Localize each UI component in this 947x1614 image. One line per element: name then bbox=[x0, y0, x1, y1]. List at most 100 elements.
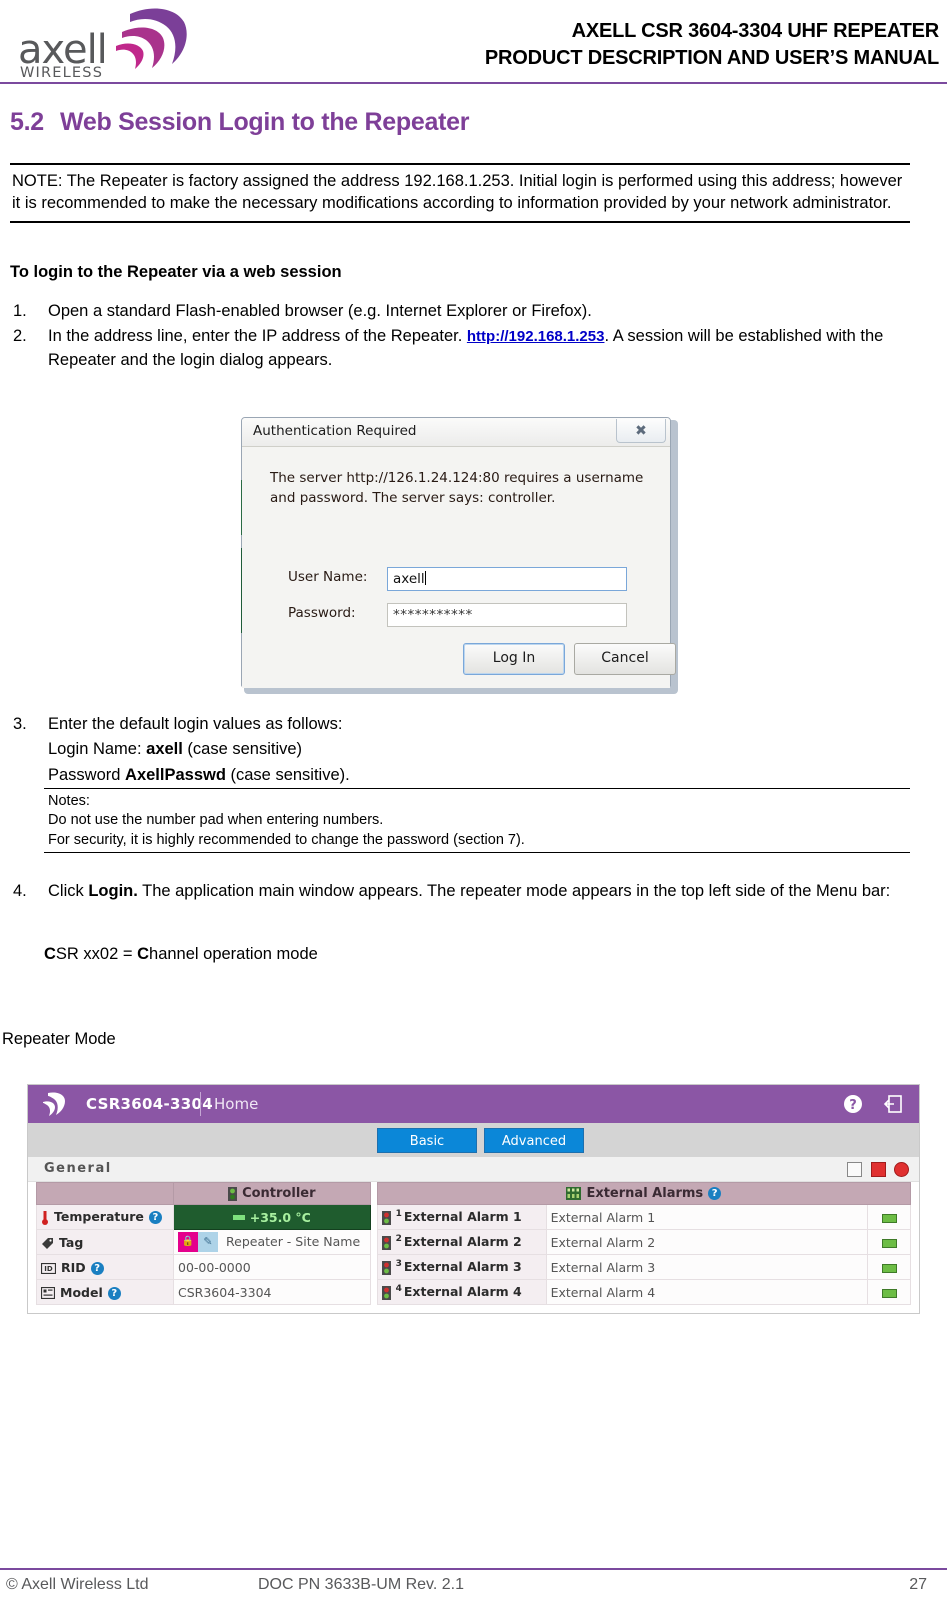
note-text: NOTE: The Repeater is factory assigned t… bbox=[12, 172, 903, 213]
login-name-label: Login Name: bbox=[48, 740, 147, 759]
model-value-cell: CSR3604-3304 bbox=[173, 1279, 371, 1305]
step4-bold: Login. bbox=[88, 882, 138, 900]
procedure-step3: 3. Enter the default login values as fol… bbox=[10, 713, 915, 789]
general-section-bar: General bbox=[28, 1157, 919, 1182]
rid-value-cell: 00-00-0000 bbox=[173, 1254, 371, 1280]
password-value-text: AxellPasswd bbox=[125, 765, 226, 784]
led-icon bbox=[381, 1235, 391, 1250]
application-screenshot: CSR3604-3304 Home ? Basic Advanced Gener… bbox=[27, 1084, 920, 1314]
row-label-temperature: Temperature? bbox=[36, 1204, 174, 1230]
header-divider bbox=[0, 82, 947, 84]
temperature-value-cell: +35.0 °C bbox=[173, 1204, 371, 1230]
status-led-icon bbox=[881, 1263, 897, 1273]
page-title: 5.2 Web Session Login to the Repeater bbox=[10, 108, 469, 137]
alarm-label-2: 2 External Alarm 2 bbox=[376, 1229, 547, 1255]
alarm-index: 1 bbox=[395, 1209, 402, 1220]
header-title-line2: PRODUCT DESCRIPTION AND USER’S MANUAL bbox=[484, 47, 939, 69]
external-alarms-header-label: External Alarms bbox=[586, 1186, 704, 1201]
logout-icon[interactable] bbox=[883, 1094, 903, 1114]
temperature-bar-icon bbox=[232, 1214, 245, 1220]
cancel-button[interactable]: Cancel bbox=[574, 643, 676, 675]
tag-icon bbox=[42, 1237, 53, 1249]
help-icon[interactable]: ? bbox=[148, 1211, 162, 1224]
controller-table: Controller Temperature? +35.0 °C Tag 🔒 ✎… bbox=[36, 1182, 371, 1305]
status-led-icon bbox=[881, 1288, 897, 1298]
login-name-value: axell bbox=[146, 740, 183, 759]
footer-page-number: 27 bbox=[909, 1576, 927, 1593]
id-icon: ID bbox=[41, 1262, 56, 1274]
alarm-value-1: External Alarm 1 bbox=[545, 1204, 869, 1230]
door-icon[interactable] bbox=[847, 1162, 863, 1178]
alarm-label-3: 3 External Alarm 3 bbox=[376, 1254, 547, 1280]
led-icon bbox=[381, 1260, 391, 1275]
status-led-icon bbox=[881, 1238, 897, 1248]
help-icon[interactable]: ? bbox=[107, 1286, 121, 1300]
dialog-title: Authentication Required bbox=[253, 423, 417, 439]
controller-header-label: Controller bbox=[242, 1186, 316, 1201]
table-row: Model? CSR3604-3304 bbox=[36, 1279, 371, 1305]
close-circle-icon[interactable] bbox=[894, 1162, 909, 1178]
tab-advanced[interactable]: Advanced bbox=[484, 1128, 584, 1153]
username-input[interactable]: axell bbox=[387, 567, 627, 591]
app-page-label: Home bbox=[214, 1095, 259, 1113]
list-item: 4. Click Login. The application main win… bbox=[10, 880, 915, 903]
tab-basic[interactable]: Basic bbox=[377, 1128, 477, 1153]
procedure-steps: 1. Open a standard Flash-enabled browser… bbox=[10, 300, 915, 374]
alarm-label-text: External Alarm 1 bbox=[403, 1209, 522, 1225]
close-icon[interactable]: ✖ bbox=[616, 419, 666, 443]
external-alarms-header: External Alarms? bbox=[376, 1182, 912, 1205]
procedure-step4: 4. Click Login. The application main win… bbox=[10, 880, 915, 905]
status-led-icon bbox=[881, 1213, 897, 1223]
step-marker: 4. bbox=[13, 882, 27, 900]
footer-divider bbox=[0, 1568, 947, 1570]
alarm-status-3 bbox=[867, 1254, 911, 1280]
step-marker: 1. bbox=[13, 302, 27, 320]
log-in-button[interactable]: Log In bbox=[463, 643, 565, 675]
minus-icon[interactable] bbox=[870, 1162, 886, 1178]
general-section-label: General bbox=[44, 1161, 112, 1176]
mode-text-1: SR xx02 = bbox=[55, 945, 138, 963]
notes-title: Notes: bbox=[48, 793, 90, 809]
repeater-mode-caption: Repeater Mode bbox=[2, 1030, 116, 1048]
help-icon[interactable]: ? bbox=[708, 1187, 722, 1200]
alarm-status-1 bbox=[867, 1204, 911, 1230]
footer-copyright: © Axell Wireless Ltd bbox=[6, 1576, 149, 1593]
help-icon[interactable]: ? bbox=[90, 1261, 104, 1275]
mode-text-2: hannel operation mode bbox=[149, 945, 318, 963]
step-marker: 3. bbox=[13, 715, 27, 733]
row-label-tag: Tag bbox=[36, 1229, 174, 1255]
repeater-ip-link[interactable]: http://192.168.1.253 bbox=[467, 328, 605, 345]
mode-bold-2: C bbox=[137, 945, 150, 963]
alarm-index: 3 bbox=[395, 1259, 402, 1270]
help-icon[interactable]: ? bbox=[843, 1094, 863, 1114]
alarm-status-2 bbox=[867, 1229, 911, 1255]
footer-docnumber: DOC PN 3633B-UM Rev. 2.1 bbox=[258, 1576, 464, 1593]
lock-icon[interactable]: 🔒 bbox=[178, 1232, 198, 1252]
dialog-buttons: Log In Cancel bbox=[242, 643, 676, 679]
led-icon bbox=[228, 1186, 238, 1201]
header-title-line1: AXELL CSR 3604-3304 UHF REPEATER bbox=[571, 20, 940, 42]
text-caret bbox=[424, 571, 426, 585]
notes-line-2: For security, it is highly recommended t… bbox=[48, 831, 525, 848]
dialog-body: The server http://126.1.24.124:80 requir… bbox=[242, 447, 676, 688]
dialog-titlebar: Authentication Required ✖ bbox=[242, 418, 670, 447]
step4-post: The application main window appears. The… bbox=[137, 882, 891, 900]
password-line: Password AxellPasswd (case sensitive). bbox=[10, 764, 915, 787]
procedure-lead: To login to the Repeater via a web sessi… bbox=[10, 263, 342, 281]
notes-line-1: Do not use the number pad when entering … bbox=[48, 812, 384, 829]
alarm-value-4: External Alarm 4 bbox=[545, 1279, 869, 1305]
app-topbar: CSR3604-3304 Home ? bbox=[28, 1085, 919, 1123]
alarm-label-text: External Alarm 3 bbox=[403, 1259, 522, 1275]
tag-value-cell: 🔒 ✎ Repeater - Site Name bbox=[173, 1229, 371, 1255]
channel-mode-line: CSR xx02 = Channel operation mode bbox=[44, 945, 318, 964]
edit-icon[interactable]: ✎ bbox=[198, 1232, 218, 1252]
password-input[interactable]: *********** bbox=[387, 603, 627, 627]
app-content: General Controller Temperature ? +35.0 °… bbox=[28, 1157, 919, 1313]
list-item: 3. Enter the default login values as fol… bbox=[10, 713, 915, 736]
section-number: 5.2 bbox=[10, 108, 44, 136]
temperature-value: +35.0 °C bbox=[249, 1209, 311, 1225]
table-header-row: External Alarms? bbox=[376, 1182, 912, 1205]
table-row: Temperature? +35.0 °C bbox=[36, 1204, 371, 1230]
password-suffix: (case sensitive). bbox=[225, 765, 350, 784]
model-icon bbox=[41, 1287, 55, 1299]
